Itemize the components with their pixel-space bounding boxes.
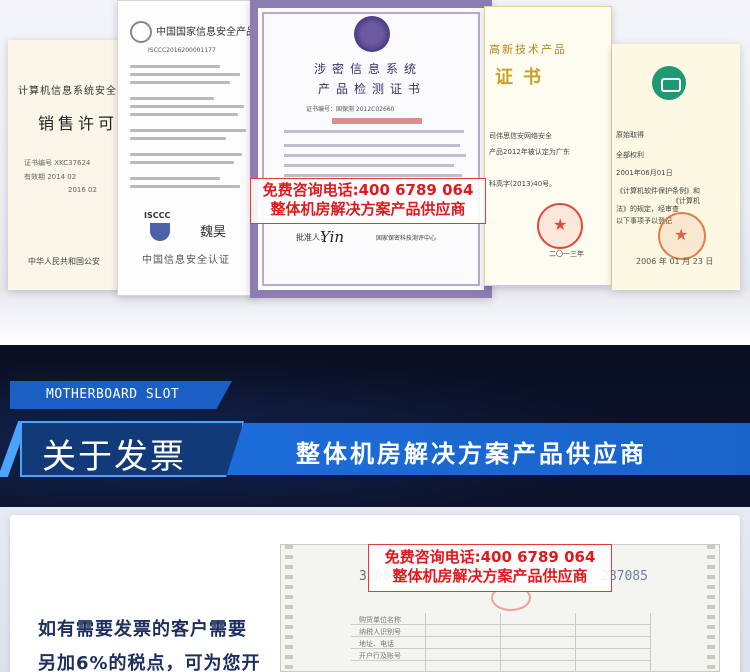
text-line — [130, 73, 240, 76]
high-tech-certificate: 高新技术产品 证书 司伟思信安网络安全 产品2012年被认定为广东 科高字(20… — [484, 6, 612, 286]
isccc-brand: ISCCC — [144, 211, 171, 220]
sales-license-certificate: 计算机信息系统安全 销售许可 证书编号 XKC37624 有效期 2014 02… — [8, 40, 126, 290]
isccc-certificate: 中国国家信息安全产品 ISCCC2016200001177 ISCCC 魏昊 中… — [117, 0, 257, 296]
cert-line: 原始取得 — [616, 131, 644, 139]
cert-org: 国家保密科技测评中心 — [376, 235, 437, 242]
section-title-box: 关于发票 — [20, 421, 244, 477]
promo-supplier: 整体机房解决方案产品供应商 — [270, 199, 466, 218]
invoice-note-line2: 另加6%的税点，可为您开 — [38, 653, 261, 672]
text-line — [130, 153, 242, 156]
cert-line: 证书编号 XKC37624 — [24, 159, 91, 167]
tractor-holes — [707, 545, 715, 671]
cert-title: 计算机信息系统安全 — [18, 86, 117, 97]
signature: 魏昊 — [200, 225, 227, 240]
cccs-logo-icon — [130, 21, 152, 43]
text-line — [130, 65, 220, 68]
motherboard-slot-tag: MOTHERBOARD SLOT — [10, 381, 232, 409]
signature: Yin — [320, 228, 345, 246]
banner-tagline: 整体机房解决方案产品供应商 — [296, 440, 647, 468]
isccc-shield-icon — [150, 223, 170, 241]
cert-date: 二〇一三年 — [549, 250, 584, 258]
cert-title-line2: 产品检测证书 — [318, 82, 427, 96]
text-line — [284, 164, 454, 167]
showcase-floor — [0, 290, 750, 345]
text-line — [130, 97, 214, 100]
cert-line: 产品2012年被认定为广东 — [489, 148, 570, 156]
text-line — [284, 144, 460, 147]
cert-date: 2006 年 01 月 23 日 — [636, 257, 714, 266]
red-seal-icon — [658, 212, 706, 260]
text-line — [284, 154, 466, 157]
slot-label: MOTHERBOARD SLOT — [46, 387, 180, 402]
cert-line: 科高字(2013)40号。 — [489, 180, 557, 188]
cert-line: 有效期 2014 02 — [24, 173, 77, 181]
tagline-bar: 整体机房解决方案产品供应商 — [180, 423, 750, 475]
certificate-showcase: 计算机信息系统安全 销售许可 证书编号 XKC37624 有效期 2014 02… — [0, 0, 750, 345]
cert-line: 《计算机软件保护条例》和 — [616, 187, 700, 195]
text-line — [130, 105, 244, 108]
tractor-holes — [285, 545, 293, 671]
invoice-note-line1: 如有需要发票的客户需要 — [38, 619, 247, 640]
text-line — [130, 81, 230, 84]
cert-header: 中国国家信息安全产品 — [156, 27, 256, 38]
promo-phone: 免费咨询电话:400 6789 064 — [262, 181, 474, 199]
cert-number: ISCCC2016200001177 — [148, 47, 216, 54]
emblem-icon — [354, 16, 390, 52]
text-line — [130, 161, 234, 164]
cert-subtitle: 销售许可 — [38, 114, 119, 133]
invoice-label: 开户行及账号 — [359, 652, 401, 660]
cert-footer: 中国信息安全认证 — [142, 255, 230, 266]
text-line — [130, 129, 246, 132]
section-title: 关于发票 — [42, 437, 186, 477]
cert-line: 2016 02 — [68, 186, 97, 194]
text-line — [130, 137, 226, 140]
text-line — [130, 185, 240, 188]
copyright-logo-icon — [652, 66, 686, 100]
promo-watermark: 免费咨询电话:400 6789 064 整体机房解决方案产品供应商 — [250, 178, 486, 224]
cert-line: 法》的规定，经审查 — [616, 205, 679, 213]
cert-heading: 高新技术产品 — [489, 43, 567, 56]
invoice-label: 纳税人识别号 — [359, 628, 401, 636]
cert-line: 司伟思信安网络安全 — [489, 132, 552, 140]
invoice-label: 购货单位名称 — [359, 616, 401, 624]
software-copyright-certificate: 原始取得 全部权利 2001年06月01日 《计算机软件保护条例》和 《计算机 … — [612, 44, 740, 290]
cert-line: 全部权利 — [616, 151, 644, 159]
promo-watermark: 免费咨询电话:400 6789 064 整体机房解决方案产品供应商 — [368, 544, 612, 592]
cert-line: 2001年06月01日 — [616, 169, 673, 177]
invoice-banner: MOTHERBOARD SLOT 整体机房解决方案产品供应商 关于发票 — [0, 345, 750, 507]
red-highlight — [332, 118, 422, 124]
text-line — [130, 113, 238, 116]
red-seal-icon — [537, 203, 583, 249]
promo-supplier: 整体机房解决方案产品供应商 — [392, 566, 588, 585]
promo-phone: 免费咨询电话:400 6789 064 — [384, 548, 596, 566]
cert-footer: 中华人民共和国公安 — [28, 257, 100, 266]
invoice-label: 地址、电话 — [359, 640, 394, 648]
text-line — [284, 174, 462, 177]
product-test-certificate: 涉密信息系统 产品检测证书 证书编号：国保测 2012C02660 批准人： Y… — [250, 0, 492, 298]
cert-number: 证书编号：国保测 2012C02660 — [306, 106, 395, 113]
cert-word: 证书 — [495, 67, 551, 88]
cert-title-line1: 涉密信息系统 — [314, 62, 423, 76]
text-line — [130, 177, 220, 180]
text-line — [284, 130, 464, 133]
